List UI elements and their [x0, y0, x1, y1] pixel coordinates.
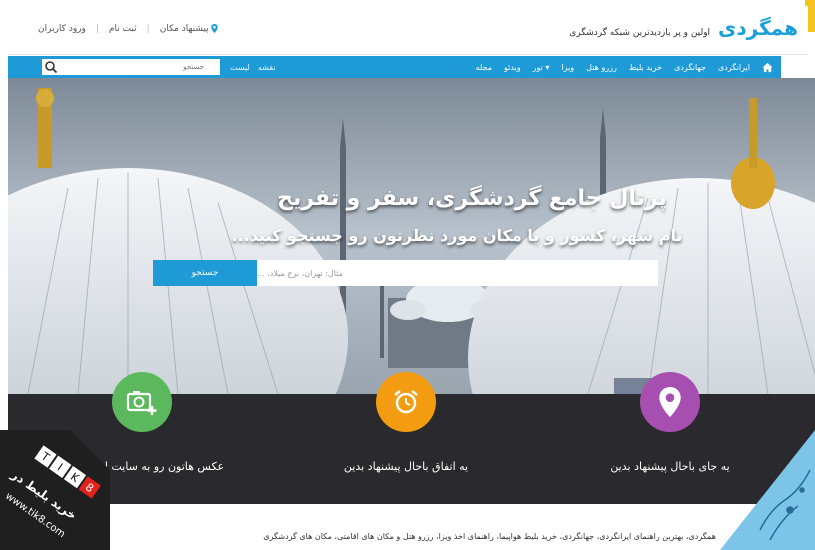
- page: همگردی اولین و پر بازدیدترین شبکه گردشگر…: [0, 0, 815, 550]
- nav-item[interactable]: ایرانگردی: [718, 63, 750, 72]
- map-pin-icon[interactable]: [640, 372, 700, 432]
- feature-band: یه جای باحال پیشنهاد بدین یه اتفاق باحال…: [8, 372, 815, 504]
- footer-description: همگردی، بهترین راهنمای ایرانگردی، جهانگر…: [263, 532, 716, 541]
- site-header: همگردی اولین و پر بازدیدترین شبکه گردشگر…: [8, 6, 808, 55]
- divider: |: [146, 24, 150, 34]
- hero-subtitle: نام شهر، کشور و یا مکان مورد نظرتون رو ج…: [231, 226, 683, 245]
- feature-label: یه اتفاق باحال پیشنهاد بدین: [343, 460, 469, 473]
- site-tagline: اولین و پر بازدیدترین شبکه گردشگری: [569, 28, 711, 38]
- hero-title: پرتال جامع گردشگری، سفر و تفریح: [277, 186, 667, 211]
- hero-banner: پرتال جامع گردشگری، سفر و تفریح نام شهر،…: [8, 78, 815, 394]
- corner-sticker: [720, 420, 815, 550]
- hero-search-button[interactable]: جستجو: [153, 260, 257, 286]
- nav-item[interactable]: جهانگردی: [674, 63, 706, 72]
- nav-item[interactable]: مجله: [476, 63, 492, 72]
- alarm-clock-icon[interactable]: [376, 372, 436, 432]
- brand[interactable]: همگردی اولین و پر بازدیدترین شبکه گردشگر…: [569, 16, 798, 40]
- nav-search: [42, 59, 220, 75]
- tik8-watermark: T I K 8 خرید بلیط در www.tik8.com: [0, 430, 110, 550]
- site-logo[interactable]: همگردی: [718, 16, 798, 40]
- suggest-place-label: پیشنهاد مکان: [159, 24, 209, 34]
- nav-menu: ایرانگردی جهانگردی خرید بلیط رزرو هتل وی…: [476, 56, 773, 78]
- suggest-place-link[interactable]: پیشنهاد مکان: [160, 24, 219, 34]
- nav-item[interactable]: ویدئو: [504, 63, 521, 72]
- register-link[interactable]: ثبت نام: [109, 24, 137, 34]
- list-view-link[interactable]: لیست: [230, 63, 250, 72]
- nav-item[interactable]: ویزا: [561, 63, 574, 72]
- nav-item[interactable]: رزرو هتل: [586, 63, 617, 72]
- feature-suggest-event[interactable]: یه اتفاق باحال پیشنهاد بدین: [276, 372, 536, 504]
- main-nav: لیست نقشه ایرانگردی جهانگردی خرید بلیط ر…: [8, 56, 781, 78]
- user-links: ورود کاربران | ثبت نام | پیشنهاد مکان: [38, 24, 219, 34]
- home-icon[interactable]: [762, 62, 773, 73]
- hero-search-bar: جستجو مثال: تهران، برج میلاد، ...: [153, 260, 658, 286]
- add-photo-icon[interactable]: [112, 372, 172, 432]
- divider: |: [95, 24, 99, 34]
- nav-item[interactable]: خرید بلیط: [629, 63, 662, 72]
- nav-search-input[interactable]: [62, 59, 206, 75]
- nav-item[interactable]: تور ▾: [533, 63, 550, 72]
- location-pin-icon: [211, 24, 219, 33]
- login-link[interactable]: ورود کاربران: [38, 24, 86, 34]
- hero-search-input[interactable]: مثال: تهران، برج میلاد، ...: [257, 260, 658, 286]
- search-icon[interactable]: [44, 60, 58, 74]
- footer-strip: همگردی، بهترین راهنمای ایرانگردی، جهانگر…: [8, 504, 815, 550]
- view-toggle: لیست نقشه: [230, 56, 276, 78]
- map-view-link[interactable]: نقشه: [258, 63, 276, 72]
